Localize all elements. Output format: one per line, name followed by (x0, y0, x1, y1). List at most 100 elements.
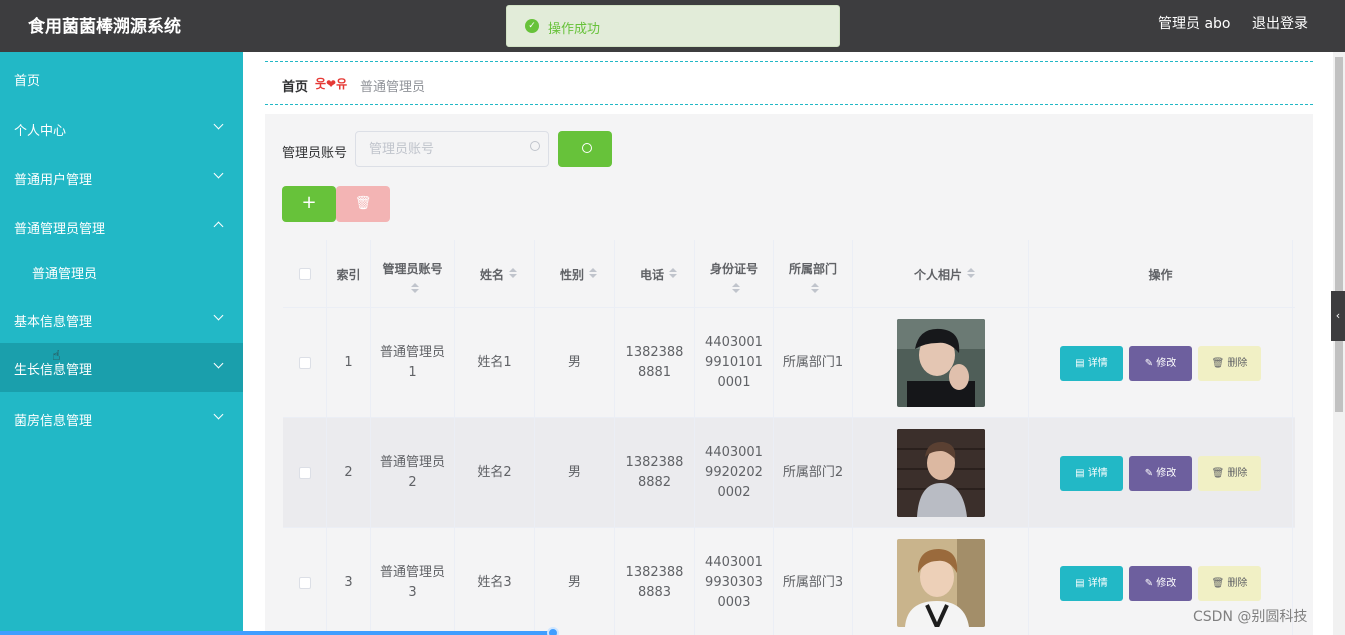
column-header[interactable]: 姓名 (455, 240, 535, 308)
mouse-pointer-icon: ☝ (52, 348, 61, 364)
search-icon (530, 141, 540, 151)
chevron-down-icon (213, 409, 224, 420)
column-header[interactable]: 性别 (535, 240, 615, 308)
column-header[interactable]: 所属部门 (774, 240, 853, 308)
name-cell: 姓名2 (455, 418, 535, 528)
avatar-photo (896, 319, 985, 407)
column-header: 操作 (1029, 240, 1293, 308)
scrollbar-thumb[interactable] (1335, 57, 1343, 412)
progress-handle[interactable] (547, 627, 559, 635)
sidebar-item-basic-info[interactable]: 基本信息管理 (0, 295, 243, 343)
logout-link[interactable]: 退出登录 (1252, 13, 1308, 33)
edit-button[interactable]: ✎ 修改 (1129, 565, 1192, 601)
column-header[interactable]: 管理员账号 (371, 240, 455, 308)
edit-button[interactable]: ✎ 修改 (1129, 455, 1192, 491)
avatar-photo (896, 429, 985, 517)
column-header[interactable]: 个人相片 (853, 240, 1029, 308)
gender-cell: 男 (535, 308, 615, 418)
photo-cell (853, 528, 1029, 635)
breadcrumb-home[interactable]: 首页 (282, 76, 308, 95)
name-cell: 姓名3 (455, 528, 535, 635)
actions-cell: ▤ 详情 ✎ 修改 🗑 删除 (1029, 308, 1293, 418)
app-title: 食用菌菌棒溯源系统 (28, 17, 181, 37)
index-cell: 3 (327, 528, 371, 635)
batch-delete-button[interactable]: 🗑 (336, 186, 390, 222)
actions-cell: ▤ 详情 ✎ 修改 🗑 删除 (1029, 418, 1293, 528)
check-circle-icon: ✓ (525, 19, 539, 33)
chevron-down-icon (213, 358, 224, 369)
row-checkbox[interactable] (298, 467, 311, 479)
delete-button[interactable]: 🗑 删除 (1198, 455, 1261, 491)
search-label: 管理员账号 (282, 146, 348, 161)
sidebar-item-admin-management[interactable]: 普通管理员管理 (0, 202, 243, 250)
phone-cell: 13823888882 (615, 418, 695, 528)
account-cell: 普通管理员1 (371, 308, 455, 418)
gender-cell: 男 (535, 418, 615, 528)
detail-button[interactable]: ▤ 详情 (1060, 345, 1123, 381)
department-cell: 所属部门3 (774, 528, 853, 635)
department-cell: 所属部门1 (774, 308, 853, 418)
sidebar-item-growth-info[interactable]: 生长信息管理 (0, 343, 243, 392)
gender-cell: 男 (535, 528, 615, 635)
search-icon (582, 143, 592, 153)
main-content: 首页 웃❤유 普通管理员 管理员账号 + 🗑 索引 管理员账号 姓名 性别 电话… (243, 52, 1333, 635)
breadcrumb-current: 普通管理员 (360, 80, 426, 95)
table-row: 1 普通管理员1 姓名1 男 13823888881 4403001991010… (283, 308, 1295, 418)
select-all-checkbox[interactable] (298, 268, 311, 280)
watermark: CSDN @别圆科技 (1193, 609, 1308, 625)
delete-button[interactable]: 🗑 删除 (1198, 345, 1261, 381)
sidebar-item-user-management[interactable]: 普通用户管理 (0, 153, 243, 201)
delete-button[interactable]: 🗑 删除 (1198, 565, 1261, 601)
id-number-cell: 440300199101010001 (695, 308, 774, 418)
video-progress-bar[interactable] (0, 631, 555, 635)
add-button[interactable]: + (282, 186, 336, 222)
photo-cell (853, 418, 1029, 528)
id-number-cell: 440300199202020002 (695, 418, 774, 528)
chevron-down-icon (213, 310, 224, 321)
sidebar-item-label: 基本信息管理 (14, 315, 93, 330)
sidebar-item-label: 普通管理员 (32, 267, 98, 282)
success-toast: ✓ 操作成功 (506, 5, 840, 47)
name-cell: 姓名1 (455, 308, 535, 418)
breadcrumb: 首页 웃❤유 普通管理员 (265, 61, 1313, 105)
row-select-cell (283, 528, 327, 635)
chevron-up-icon (213, 221, 224, 232)
table-header: 索引 管理员账号 姓名 性别 电话 身份证号 所属部门 个人相片 操作 (283, 240, 1295, 308)
admin-table: 索引 管理员账号 姓名 性别 电话 身份证号 所属部门 个人相片 操作 1 普通… (283, 240, 1295, 635)
edit-button[interactable]: ✎ 修改 (1129, 345, 1192, 381)
phone-cell: 13823888881 (615, 308, 695, 418)
table-row: 2 普通管理员2 姓名2 男 13823888882 4403001992020… (283, 418, 1295, 528)
chevron-down-icon (213, 119, 224, 130)
sidebar-item-label: 普通用户管理 (14, 173, 93, 188)
department-cell: 所属部门2 (774, 418, 853, 528)
account-cell: 普通管理员3 (371, 528, 455, 635)
account-cell: 普通管理员2 (371, 418, 455, 528)
index-cell: 2 (327, 418, 371, 528)
sidebar-item-home[interactable]: 首页 (0, 54, 243, 102)
sidebar-item-label: 菌房信息管理 (14, 414, 93, 429)
column-header[interactable]: 电话 (615, 240, 695, 308)
page-scrollbar[interactable] (1333, 52, 1345, 635)
detail-button[interactable]: ▤ 详情 (1060, 455, 1123, 491)
row-checkbox[interactable] (298, 577, 311, 589)
photo-cell (853, 308, 1029, 418)
sidebar-item-label: 首页 (14, 74, 41, 89)
trash-icon: 🗑 (354, 196, 372, 211)
table-row: 3 普通管理员3 姓名3 男 13823888883 4403001993030… (283, 528, 1295, 635)
row-select-cell (283, 418, 327, 528)
detail-button[interactable]: ▤ 详情 (1060, 565, 1123, 601)
sidebar-item-label: 个人中心 (14, 124, 67, 139)
current-user-label: 管理员 abo (1158, 16, 1231, 32)
toast-message: 操作成功 (548, 22, 601, 37)
sidebar-item-room-info[interactable]: 菌房信息管理 (0, 394, 243, 442)
row-checkbox[interactable] (298, 357, 311, 369)
id-number-cell: 440300199303030003 (695, 528, 774, 635)
column-header[interactable]: 身份证号 (695, 240, 774, 308)
list-panel: 管理员账号 + 🗑 索引 管理员账号 姓名 性别 电话 身份证号 所属部门 个人… (265, 114, 1313, 635)
sidebar-item-personal-center[interactable]: 个人中心 (0, 104, 243, 152)
sidebar-subitem-admin[interactable]: 普通管理员 (0, 247, 243, 295)
search-button[interactable] (558, 131, 612, 167)
collapse-handle-chevron-left-icon[interactable]: ‹ (1331, 291, 1345, 341)
chevron-down-icon (213, 168, 224, 179)
search-input[interactable] (355, 131, 549, 167)
